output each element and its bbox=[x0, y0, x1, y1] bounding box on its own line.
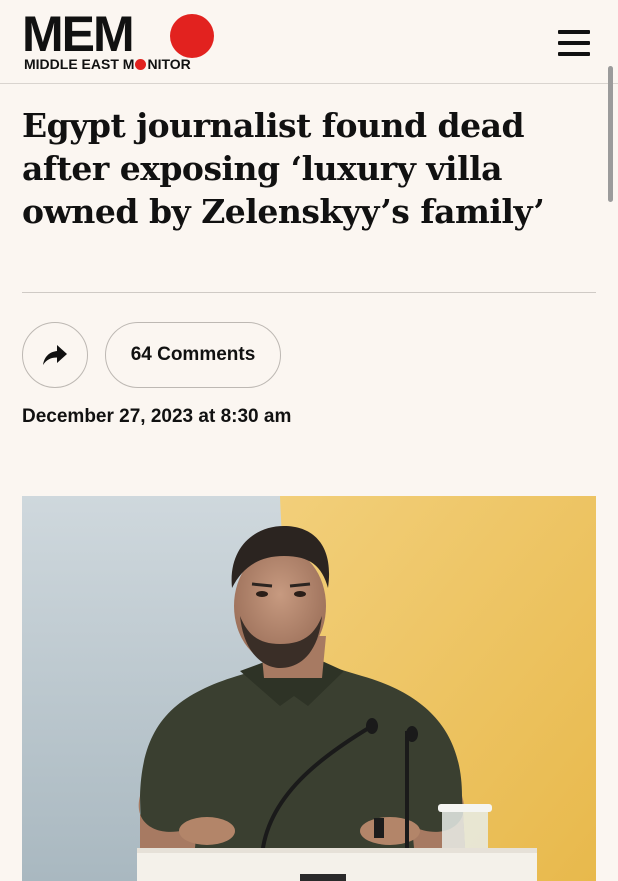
article-photo bbox=[22, 496, 596, 881]
logo-tagline-start: MIDDLE EAST M bbox=[24, 56, 135, 72]
logo-wordmark: MEM bbox=[22, 6, 135, 62]
site-logo[interactable]: MEM MIDDLE EAST M NITOR bbox=[22, 6, 214, 76]
article-photo-image bbox=[22, 496, 596, 881]
logo-tagline: MIDDLE EAST M NITOR bbox=[24, 56, 191, 72]
site-header: MEM MIDDLE EAST M NITOR bbox=[0, 0, 618, 84]
logo-tagline-dot bbox=[135, 59, 147, 70]
share-button[interactable] bbox=[22, 322, 88, 388]
hamburger-menu-icon[interactable] bbox=[558, 28, 590, 58]
logo-tagline-end: NITOR bbox=[147, 56, 191, 72]
share-arrow-icon bbox=[43, 345, 67, 365]
publish-date: December 27, 2023 at 8:30 am bbox=[22, 406, 292, 427]
scrollbar[interactable] bbox=[608, 66, 613, 202]
article-headline: Egypt journalist found dead after exposi… bbox=[22, 106, 545, 231]
comments-button[interactable]: 64 Comments bbox=[105, 322, 281, 388]
logo-red-dot bbox=[170, 14, 214, 58]
divider bbox=[22, 292, 596, 293]
